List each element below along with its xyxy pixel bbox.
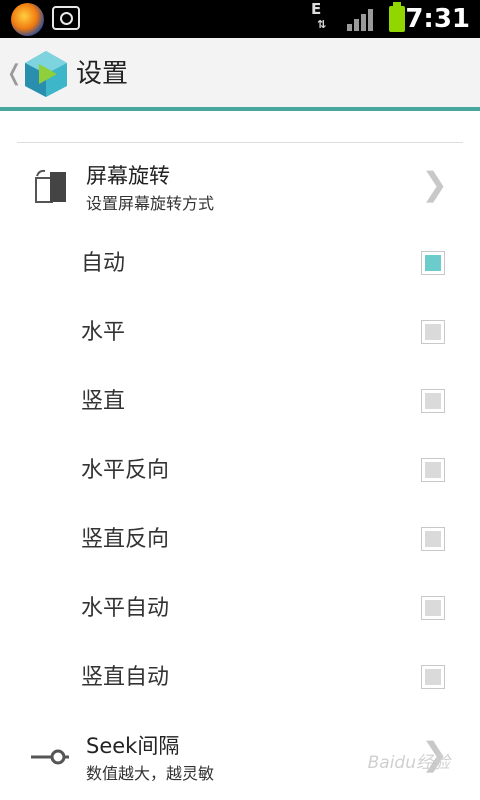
- rotation-option-vertical-reverse[interactable]: 竖直反向: [0, 510, 480, 570]
- network-type-indicator: E ⇅: [311, 2, 335, 36]
- status-time: 7:31: [405, 4, 470, 34]
- rotation-option-horizontal[interactable]: 水平: [0, 303, 480, 363]
- app-logo-icon[interactable]: [24, 50, 68, 98]
- section-divider: [17, 142, 463, 143]
- status-bar: E ⇅ 7:31: [0, 0, 480, 38]
- option-label: 水平自动: [81, 596, 170, 621]
- signal-icon: [347, 9, 373, 31]
- seek-interval-subtitle: 数值越大，越灵敏: [86, 764, 215, 783]
- chevron-right-icon: ❯: [421, 165, 448, 203]
- back-icon[interactable]: ❬: [5, 59, 23, 89]
- option-checkbox[interactable]: [421, 527, 445, 551]
- rotation-option-horizontal-auto[interactable]: 水平自动: [0, 579, 480, 639]
- option-checkbox[interactable]: [421, 665, 445, 689]
- option-checkbox[interactable]: [421, 320, 445, 344]
- option-label: 水平反向: [81, 458, 170, 483]
- screen-rotation-setting[interactable]: 屏幕旋转 设置屏幕旋转方式 ❯: [0, 150, 480, 220]
- battery-icon: [389, 2, 405, 32]
- option-label: 自动: [81, 251, 126, 276]
- screen-rotation-icon: [35, 169, 66, 203]
- rotation-option-vertical-auto[interactable]: 竖直自动: [0, 648, 480, 708]
- option-label: 水平: [81, 320, 126, 345]
- data-activity-icon: ⇅: [317, 18, 327, 31]
- option-checkbox[interactable]: [421, 458, 445, 482]
- rotation-option-vertical[interactable]: 竖直: [0, 372, 480, 432]
- option-label: 竖直: [81, 389, 126, 414]
- action-bar: [0, 38, 480, 108]
- slider-icon: [31, 749, 69, 765]
- network-type-label: E: [311, 0, 322, 18]
- action-bar-accent-line: [0, 107, 480, 111]
- page-title: 设置: [76, 59, 129, 89]
- watermark: Baidu经验: [367, 753, 450, 773]
- camera-icon[interactable]: [52, 6, 80, 30]
- rotation-option-auto[interactable]: 自动: [0, 234, 480, 294]
- screen-rotation-subtitle: 设置屏幕旋转方式: [86, 194, 215, 213]
- option-checkbox[interactable]: [421, 251, 445, 275]
- screen-rotation-title: 屏幕旋转: [86, 164, 170, 188]
- app-notification-icon[interactable]: [11, 3, 44, 36]
- option-label: 竖直自动: [81, 665, 170, 690]
- option-checkbox[interactable]: [421, 596, 445, 620]
- option-label: 竖直反向: [81, 527, 170, 552]
- seek-interval-title: Seek间隔: [86, 734, 180, 758]
- option-checkbox[interactable]: [421, 389, 445, 413]
- rotation-option-horizontal-reverse[interactable]: 水平反向: [0, 441, 480, 501]
